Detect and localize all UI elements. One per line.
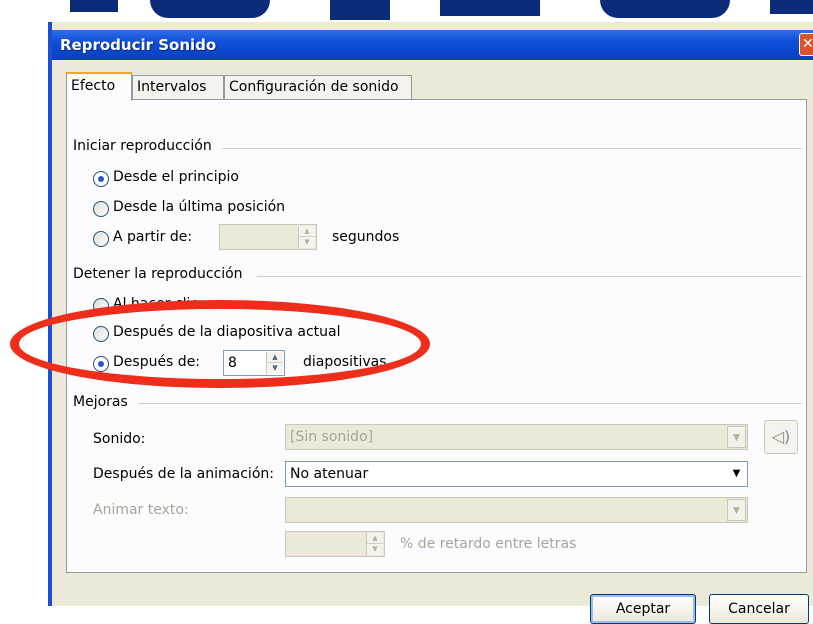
close-icon: ✕: [802, 36, 813, 52]
title-bar[interactable]: Reproducir Sonido ✕: [52, 30, 813, 60]
stop-group-divider: [257, 276, 802, 277]
sound-label: Sonido:: [93, 431, 146, 447]
spin-down-icon[interactable]: ▼: [367, 544, 383, 555]
stop-group-label: Detener la reproducción: [73, 266, 243, 282]
radio-desde-principio-label[interactable]: Desde el principio: [113, 169, 239, 185]
enhance-group-divider: [139, 403, 802, 404]
tab-configuracion-sonido[interactable]: Configuración de sonido: [224, 75, 412, 100]
cancel-button[interactable]: Cancelar: [709, 594, 809, 624]
letter-delay-stepper[interactable]: ▲ ▼: [285, 531, 385, 557]
start-group-label: Iniciar reproducción: [73, 138, 212, 154]
ok-button[interactable]: Aceptar: [590, 594, 696, 624]
close-button[interactable]: ✕: [799, 33, 813, 56]
background-banner: [0, 0, 813, 22]
after-animation-label: Después de la animación:: [93, 466, 274, 482]
enhance-group-label: Mejoras: [73, 394, 128, 410]
radio-desde-principio[interactable]: [93, 171, 109, 187]
animate-text-select[interactable]: ▼: [285, 497, 748, 523]
seconds-stepper[interactable]: ▲ ▼: [219, 224, 317, 250]
tab-efecto[interactable]: Efecto: [66, 72, 132, 101]
speaker-icon[interactable]: ◁): [764, 420, 798, 454]
spin-down-icon[interactable]: ▼: [299, 237, 315, 248]
highlight-annotation-ellipse: [10, 300, 430, 388]
seconds-unit: segundos: [332, 229, 400, 245]
letter-delay-label: % de retardo entre letras: [400, 536, 577, 552]
animate-text-label: Animar texto:: [93, 502, 189, 518]
start-group-divider: [222, 148, 802, 149]
radio-a-partir-de[interactable]: [93, 231, 109, 247]
delay-spin: ▲ ▼: [366, 533, 383, 555]
radio-desde-ultima-posicion-label[interactable]: Desde la última posición: [113, 199, 285, 215]
chevron-down-icon[interactable]: ▼: [727, 426, 746, 448]
after-animation-select[interactable]: No atenuar ▼: [285, 461, 748, 487]
tab-intervalos[interactable]: Intervalos: [132, 75, 224, 100]
radio-desde-ultima-posicion[interactable]: [93, 201, 109, 217]
radio-a-partir-de-label[interactable]: A partir de:: [113, 229, 192, 245]
chevron-down-icon[interactable]: ▼: [727, 463, 746, 485]
chevron-down-icon[interactable]: ▼: [727, 499, 746, 521]
sound-select[interactable]: [Sin sonido] ▼: [285, 424, 748, 450]
spin-up-icon[interactable]: ▲: [367, 533, 383, 544]
spin-up-icon[interactable]: ▲: [299, 226, 315, 237]
seconds-spin: ▲ ▼: [298, 226, 315, 248]
window-title: Reproducir Sonido: [60, 36, 217, 54]
